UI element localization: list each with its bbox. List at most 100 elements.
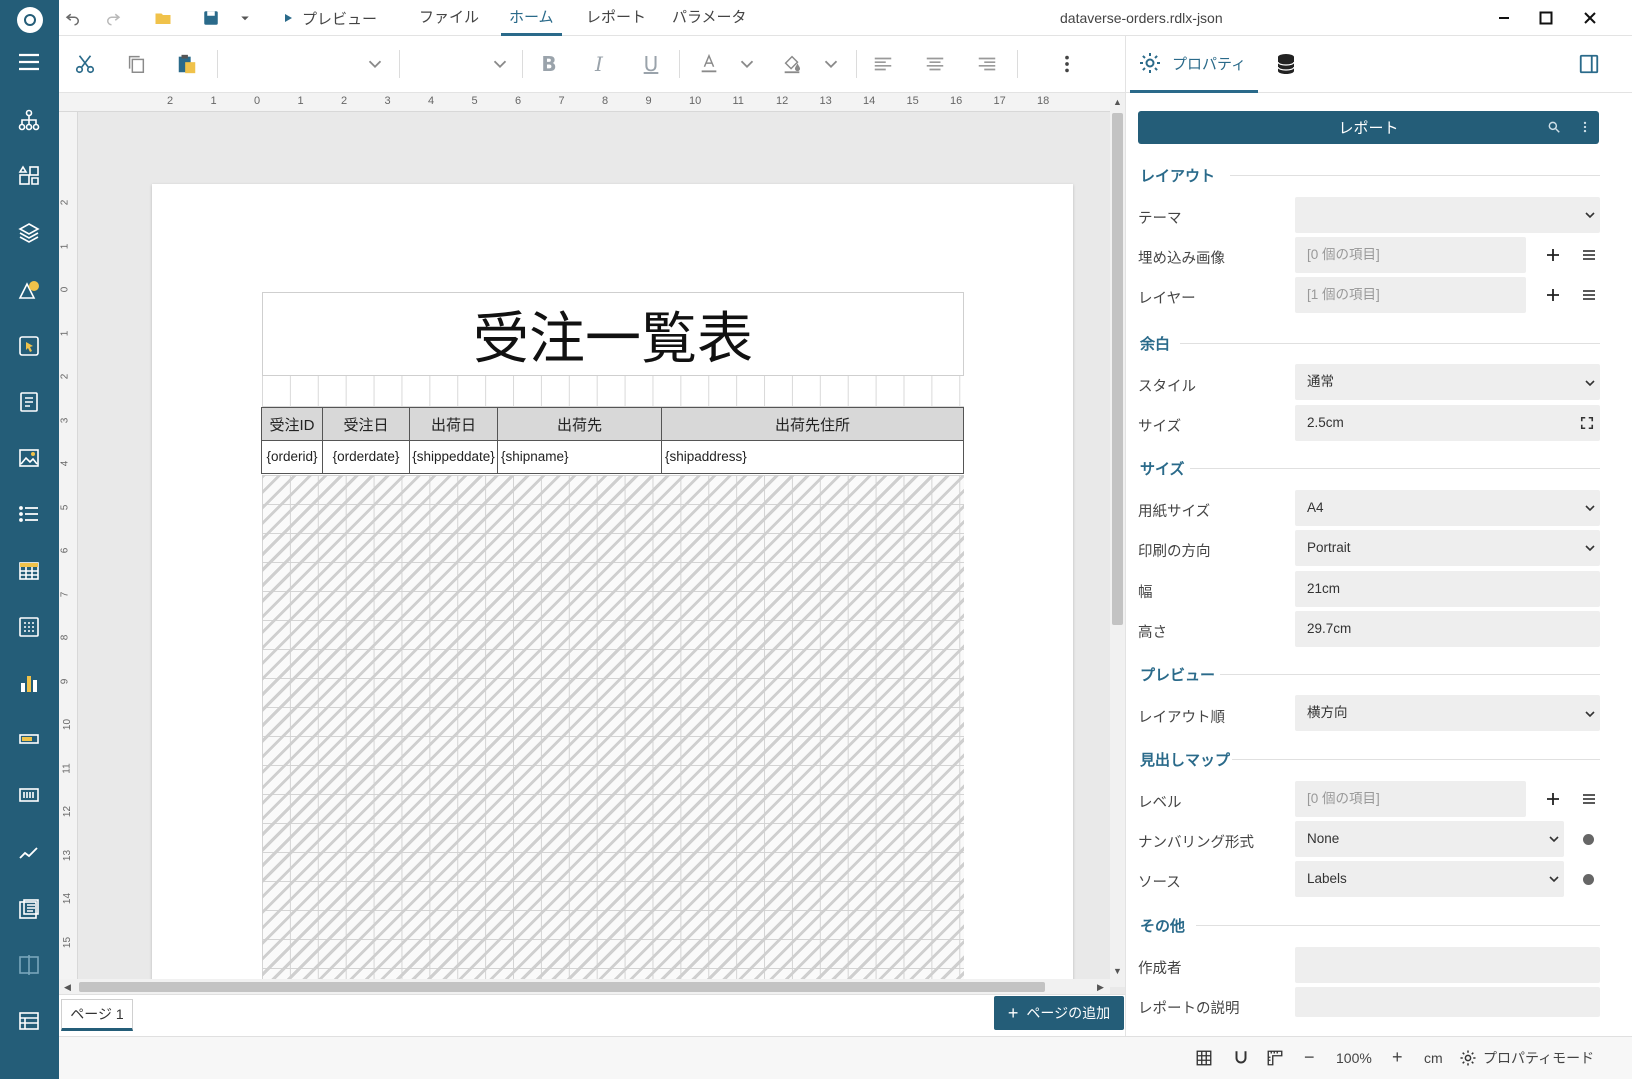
textbox-icon[interactable] bbox=[12, 385, 46, 419]
font-size-dropdown-icon[interactable] bbox=[484, 48, 516, 80]
snap-magnet-icon[interactable] bbox=[1232, 1036, 1250, 1079]
report-page[interactable]: 受注一覧表 受注ID 受注日 出荷日 出荷先 出荷先住所 {orderid} {… bbox=[152, 184, 1073, 986]
add-page-button[interactable]: + ページの追加 bbox=[994, 996, 1124, 1030]
ruler-toggle-icon[interactable] bbox=[1266, 1036, 1284, 1079]
hamburger-menu-icon[interactable] bbox=[12, 45, 46, 79]
undo-icon[interactable] bbox=[64, 0, 82, 36]
edit-images-icon[interactable] bbox=[1572, 237, 1606, 273]
barcode-icon[interactable] bbox=[12, 778, 46, 812]
chart-icon[interactable] bbox=[12, 666, 46, 700]
italic-icon[interactable]: I bbox=[584, 48, 614, 80]
table-header-cell[interactable]: 出荷日 bbox=[409, 407, 498, 441]
copy-icon[interactable] bbox=[120, 48, 152, 80]
table-icon[interactable] bbox=[12, 554, 46, 588]
bullet-icon[interactable] bbox=[12, 722, 46, 756]
scroll-down-icon[interactable]: ▼ bbox=[1113, 966, 1122, 976]
paper-size-select[interactable]: A4 bbox=[1295, 490, 1600, 526]
menu-parameters[interactable]: パラメータ bbox=[672, 0, 747, 36]
orientation-select[interactable]: Portrait bbox=[1295, 530, 1600, 566]
redo-icon[interactable] bbox=[104, 0, 122, 36]
matrix-icon[interactable] bbox=[12, 610, 46, 644]
more-vertical-icon[interactable] bbox=[1578, 120, 1592, 134]
layers-icon[interactable] bbox=[12, 215, 46, 249]
horizontal-scroll-thumb[interactable] bbox=[79, 982, 1045, 992]
table-header-cell[interactable]: 受注ID bbox=[261, 407, 323, 441]
width-field[interactable]: 21cm bbox=[1295, 571, 1600, 607]
underline-icon[interactable]: U bbox=[636, 48, 666, 80]
author-field[interactable] bbox=[1295, 947, 1600, 983]
split-view-icon[interactable] bbox=[12, 948, 46, 982]
table-header-cell[interactable]: 出荷先 bbox=[497, 407, 662, 441]
embedded-images-field[interactable]: [0 個の項目] bbox=[1295, 237, 1526, 273]
properties-mode-button[interactable]: プロパティモード bbox=[1459, 1036, 1594, 1079]
fill-color-icon[interactable] bbox=[776, 48, 808, 80]
layout-order-select[interactable]: 横方向 bbox=[1295, 695, 1600, 731]
grid-toggle-icon[interactable] bbox=[1195, 1036, 1213, 1079]
report-title[interactable]: 受注一覧表 bbox=[262, 292, 964, 376]
height-field[interactable]: 29.7cm bbox=[1295, 611, 1600, 647]
preview-button[interactable]: プレビュー bbox=[282, 0, 377, 36]
align-center-icon[interactable] bbox=[919, 48, 951, 80]
font-color-icon[interactable] bbox=[693, 48, 725, 80]
description-field[interactable] bbox=[1295, 987, 1600, 1017]
report-parts-icon[interactable] bbox=[12, 1004, 46, 1038]
properties-tab[interactable]: プロパティ bbox=[1130, 36, 1258, 93]
table-cell[interactable]: {orderid} bbox=[261, 440, 323, 474]
components-icon[interactable] bbox=[12, 159, 46, 193]
save-dropdown-icon[interactable] bbox=[236, 0, 254, 36]
numbering-expression-icon[interactable] bbox=[1583, 834, 1594, 845]
data-tree-icon[interactable] bbox=[12, 103, 46, 137]
menu-report[interactable]: レポート bbox=[586, 0, 646, 36]
orders-table[interactable]: 受注ID 受注日 出荷日 出荷先 出荷先住所 {orderid} {orderd… bbox=[261, 407, 964, 474]
font-color-dropdown-icon[interactable] bbox=[731, 48, 763, 80]
table-header-cell[interactable]: 受注日 bbox=[322, 407, 410, 441]
table-cell[interactable]: {orderdate} bbox=[322, 440, 410, 474]
unit-label[interactable]: cm bbox=[1424, 1036, 1443, 1079]
layers-field[interactable]: [1 個の項目] bbox=[1295, 277, 1526, 313]
scroll-left-icon[interactable]: ◀ bbox=[64, 982, 71, 993]
table-cell[interactable]: {shipname} bbox=[497, 440, 662, 474]
image-icon[interactable] bbox=[12, 441, 46, 475]
edit-levels-icon[interactable] bbox=[1572, 781, 1606, 817]
paste-icon[interactable] bbox=[171, 48, 203, 80]
minimize-icon[interactable] bbox=[1484, 0, 1524, 36]
sparkline-icon[interactable] bbox=[12, 836, 46, 870]
numbering-select[interactable]: None bbox=[1295, 821, 1564, 857]
subreport-icon[interactable] bbox=[12, 892, 46, 926]
menu-file[interactable]: ファイル bbox=[419, 0, 479, 36]
edit-layers-icon[interactable] bbox=[1572, 277, 1606, 313]
zoom-out-icon[interactable]: − bbox=[1304, 1036, 1315, 1079]
source-select[interactable]: Labels bbox=[1295, 861, 1564, 897]
align-right-icon[interactable] bbox=[971, 48, 1003, 80]
source-expression-icon[interactable] bbox=[1583, 874, 1594, 885]
list-icon[interactable] bbox=[12, 497, 46, 531]
open-folder-icon[interactable] bbox=[154, 0, 172, 36]
toggle-panel-icon[interactable] bbox=[1578, 46, 1600, 82]
page-tab[interactable]: ページ 1 bbox=[61, 999, 133, 1031]
bold-icon[interactable]: B bbox=[534, 48, 564, 80]
scroll-right-icon[interactable]: ▶ bbox=[1097, 982, 1104, 993]
maximize-icon[interactable] bbox=[1526, 0, 1566, 36]
select-pointer-icon[interactable] bbox=[12, 329, 46, 363]
level-field[interactable]: [0 個の項目] bbox=[1295, 781, 1526, 817]
search-icon[interactable] bbox=[1547, 120, 1561, 134]
report-object-selector[interactable]: レポート bbox=[1138, 111, 1599, 144]
zoom-in-icon[interactable]: + bbox=[1392, 1036, 1403, 1079]
more-options-icon[interactable] bbox=[1051, 48, 1083, 80]
add-layer-icon[interactable] bbox=[1536, 277, 1570, 313]
add-level-icon[interactable] bbox=[1536, 781, 1570, 817]
menu-home[interactable]: ホーム bbox=[501, 0, 562, 36]
shapes-icon[interactable] bbox=[12, 273, 46, 307]
margin-size-field[interactable]: 2.5cm bbox=[1295, 405, 1600, 441]
table-cell[interactable]: {shippeddate} bbox=[409, 440, 498, 474]
database-icon[interactable] bbox=[1274, 46, 1298, 82]
scroll-up-icon[interactable]: ▲ bbox=[1113, 97, 1122, 107]
fill-color-dropdown-icon[interactable] bbox=[815, 48, 847, 80]
table-cell[interactable]: {shipaddress} bbox=[661, 440, 964, 474]
table-header-cell[interactable]: 出荷先住所 bbox=[661, 407, 964, 441]
add-image-icon[interactable] bbox=[1536, 237, 1570, 273]
cut-icon[interactable] bbox=[69, 48, 101, 80]
font-family-dropdown-icon[interactable] bbox=[359, 48, 391, 80]
zoom-level[interactable]: 100% bbox=[1336, 1036, 1372, 1079]
align-left-icon[interactable] bbox=[867, 48, 899, 80]
